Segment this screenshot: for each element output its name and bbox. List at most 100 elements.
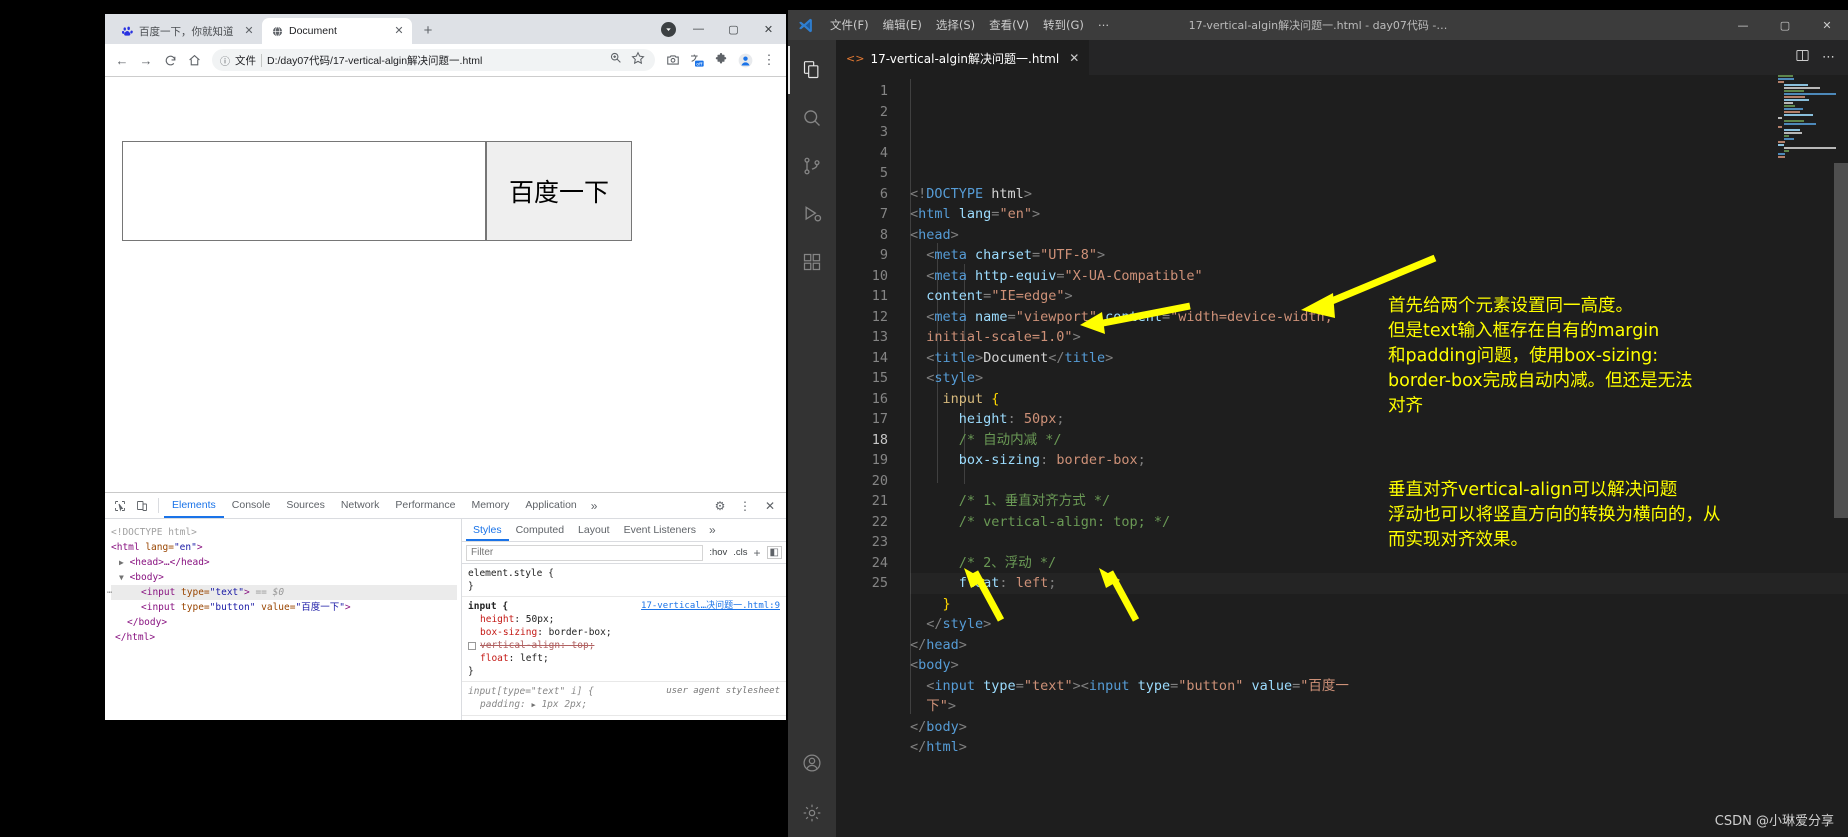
code-line[interactable]: /* 2、浮动 */ (910, 553, 1848, 574)
devtools-tab-memory[interactable]: Memory (463, 493, 517, 518)
code-line[interactable]: <html lang="en"> (910, 204, 1848, 225)
styles-tab-computed[interactable]: Computed (509, 519, 571, 541)
styles-tab-layout[interactable]: Layout (571, 519, 617, 541)
code-line[interactable]: } (910, 594, 1848, 615)
style-declaration[interactable]: box-sizing: border-box; (468, 626, 780, 639)
devtools-tab-console[interactable]: Console (224, 493, 279, 518)
devtools-tab-network[interactable]: Network (333, 493, 388, 518)
maximize-button[interactable]: ▢ (716, 14, 751, 44)
node-dots-icon[interactable]: ⋯ (107, 586, 112, 601)
devtools-tab-performance[interactable]: Performance (387, 493, 463, 518)
code-line[interactable]: box-sizing: border-box; (910, 450, 1848, 471)
dom-line[interactable]: ▶ <head>…</head> (111, 555, 457, 570)
extensions-puzzle-icon[interactable] (710, 49, 732, 71)
code-line[interactable]: <input type="text"><input type="button" … (910, 676, 1848, 697)
editor-scrollbar[interactable] (1834, 75, 1848, 837)
camera-icon[interactable] (662, 49, 684, 71)
declaration-checkbox[interactable] (468, 641, 476, 650)
style-declaration-disabled[interactable]: vertical-align: top; (468, 639, 780, 652)
devtools-tab-sources[interactable]: Sources (278, 493, 333, 518)
menu-edit[interactable]: 编辑(E) (876, 10, 929, 40)
reload-icon[interactable] (159, 49, 181, 71)
code-line[interactable]: <meta charset="UTF-8"> (910, 245, 1848, 266)
minimize-button[interactable]: — (681, 14, 716, 44)
code-line[interactable]: 下"> (910, 696, 1848, 717)
close-button[interactable]: ✕ (1806, 10, 1848, 40)
code-line[interactable]: </head> (910, 635, 1848, 656)
page-info-icon[interactable]: ⓘ (220, 53, 230, 68)
code-line[interactable]: <body> (910, 655, 1848, 676)
browser-tab-baidu[interactable]: 百度一下，你就知道 ✕ (112, 18, 262, 44)
styles-tab-event-listeners[interactable]: Event Listeners (617, 519, 703, 541)
new-style-rule-button[interactable]: + (754, 546, 761, 560)
dom-line[interactable]: <html lang="en"> (111, 540, 457, 555)
source-control-icon[interactable] (788, 142, 836, 190)
style-declaration[interactable]: height: 50px; (468, 613, 780, 626)
address-bar[interactable]: ⓘ 文件 D:/day07代码/17-vertical-algin解决问题一.h… (212, 49, 655, 71)
demo-button-input[interactable]: 百度一下 (486, 141, 632, 241)
styles-filter-input[interactable] (466, 544, 704, 561)
kebab-menu-icon[interactable]: ⋮ (734, 495, 756, 517)
profile-avatar-icon[interactable] (734, 49, 756, 71)
styles-tab-styles[interactable]: Styles (466, 519, 509, 541)
code-line[interactable]: <meta http-equiv="X-UA-Compatible" (910, 266, 1848, 287)
editor-tab-html-file[interactable]: <> 17-vertical-algin解决问题一.html ✕ (836, 40, 1090, 75)
dom-line[interactable]: ▼ <body> (111, 570, 457, 585)
tab-close-icon[interactable]: ✕ (242, 24, 256, 38)
minimap[interactable] (1778, 75, 1836, 837)
close-button[interactable]: ✕ (751, 14, 786, 44)
code-line[interactable]: <!DOCTYPE html> (910, 184, 1848, 205)
dom-line-selected[interactable]: ⋯ <input type="text"> == $0 (107, 585, 457, 600)
code-line[interactable]: </body> (910, 717, 1848, 738)
cls-toggle[interactable]: .cls (733, 547, 747, 558)
browser-menu-icon[interactable]: ⋮ (758, 49, 780, 71)
scrollbar-thumb[interactable] (1834, 163, 1848, 518)
close-icon[interactable]: ✕ (1069, 51, 1079, 65)
forward-icon[interactable]: → (135, 49, 157, 71)
style-declaration[interactable]: float: left; (468, 652, 780, 665)
gear-icon[interactable]: ⚙ (709, 495, 731, 517)
minimize-button[interactable]: — (1722, 10, 1764, 40)
dom-line[interactable]: <input type="button" value="百度一下"> (111, 600, 457, 615)
zoom-icon[interactable] (609, 51, 622, 69)
back-icon[interactable]: ← (111, 49, 133, 71)
close-icon[interactable]: ✕ (759, 495, 781, 517)
devtools-tab-application[interactable]: Application (517, 493, 584, 518)
toggle-panel-icon[interactable]: ◧ (766, 546, 782, 559)
profile-chip-icon[interactable] (661, 22, 676, 37)
maximize-button[interactable]: ▢ (1764, 10, 1806, 40)
expand-triangle-icon[interactable]: ▶ (532, 701, 536, 709)
search-icon[interactable] (788, 94, 836, 142)
menu-go[interactable]: 转到(G) (1036, 10, 1091, 40)
code-line[interactable]: /* 自动内减 */ (910, 430, 1848, 451)
extensions-icon[interactable] (788, 238, 836, 286)
code-line[interactable]: float: left; (910, 573, 1848, 594)
translate-off-icon[interactable]: off (686, 49, 708, 71)
devtools-tab-elements[interactable]: Elements (164, 493, 224, 518)
settings-gear-icon[interactable] (788, 789, 836, 837)
hov-toggle[interactable]: :hov (709, 547, 727, 558)
style-rule-ua[interactable]: user agent stylesheet input[type="text" i… (462, 682, 786, 716)
dom-line[interactable]: <!DOCTYPE html> (111, 525, 457, 540)
styles-overflow-icon[interactable]: » (703, 523, 722, 537)
menu-more[interactable]: ⋯ (1091, 10, 1117, 40)
collapse-triangle-icon[interactable]: ▼ (119, 573, 124, 582)
menu-selection[interactable]: 选择(S) (929, 10, 982, 40)
code-line[interactable]: </style> (910, 614, 1848, 635)
style-rule-element-style[interactable]: element.style { } (462, 564, 786, 597)
explorer-icon[interactable] (788, 46, 836, 94)
code-content[interactable]: <!DOCTYPE html> <html lang="en"> <head> <m… (898, 75, 1848, 837)
tab-close-icon[interactable]: ✕ (392, 24, 406, 38)
code-editor[interactable]: 1 2 3 4 5 6 7 8 9 10 11 12 13 14 15 16 17 18 19 20 21 22 23 24 2… (836, 75, 1848, 837)
demo-text-input[interactable] (122, 141, 486, 241)
code-line[interactable]: <head> (910, 225, 1848, 246)
dom-line[interactable]: </html> (111, 630, 457, 645)
device-toolbar-icon[interactable] (131, 495, 153, 517)
split-editor-icon[interactable] (1795, 48, 1810, 67)
menu-view[interactable]: 查看(V) (982, 10, 1036, 40)
new-tab-button[interactable]: + (416, 18, 440, 42)
style-rule-input[interactable]: 17-vertical…决问题一.html:9 input { height: 5… (462, 597, 786, 682)
devtools-overflow-icon[interactable]: » (585, 499, 604, 513)
more-actions-icon[interactable]: ⋯ (1822, 50, 1835, 65)
rule-source-link[interactable]: 17-vertical…决问题一.html:9 (641, 600, 780, 613)
